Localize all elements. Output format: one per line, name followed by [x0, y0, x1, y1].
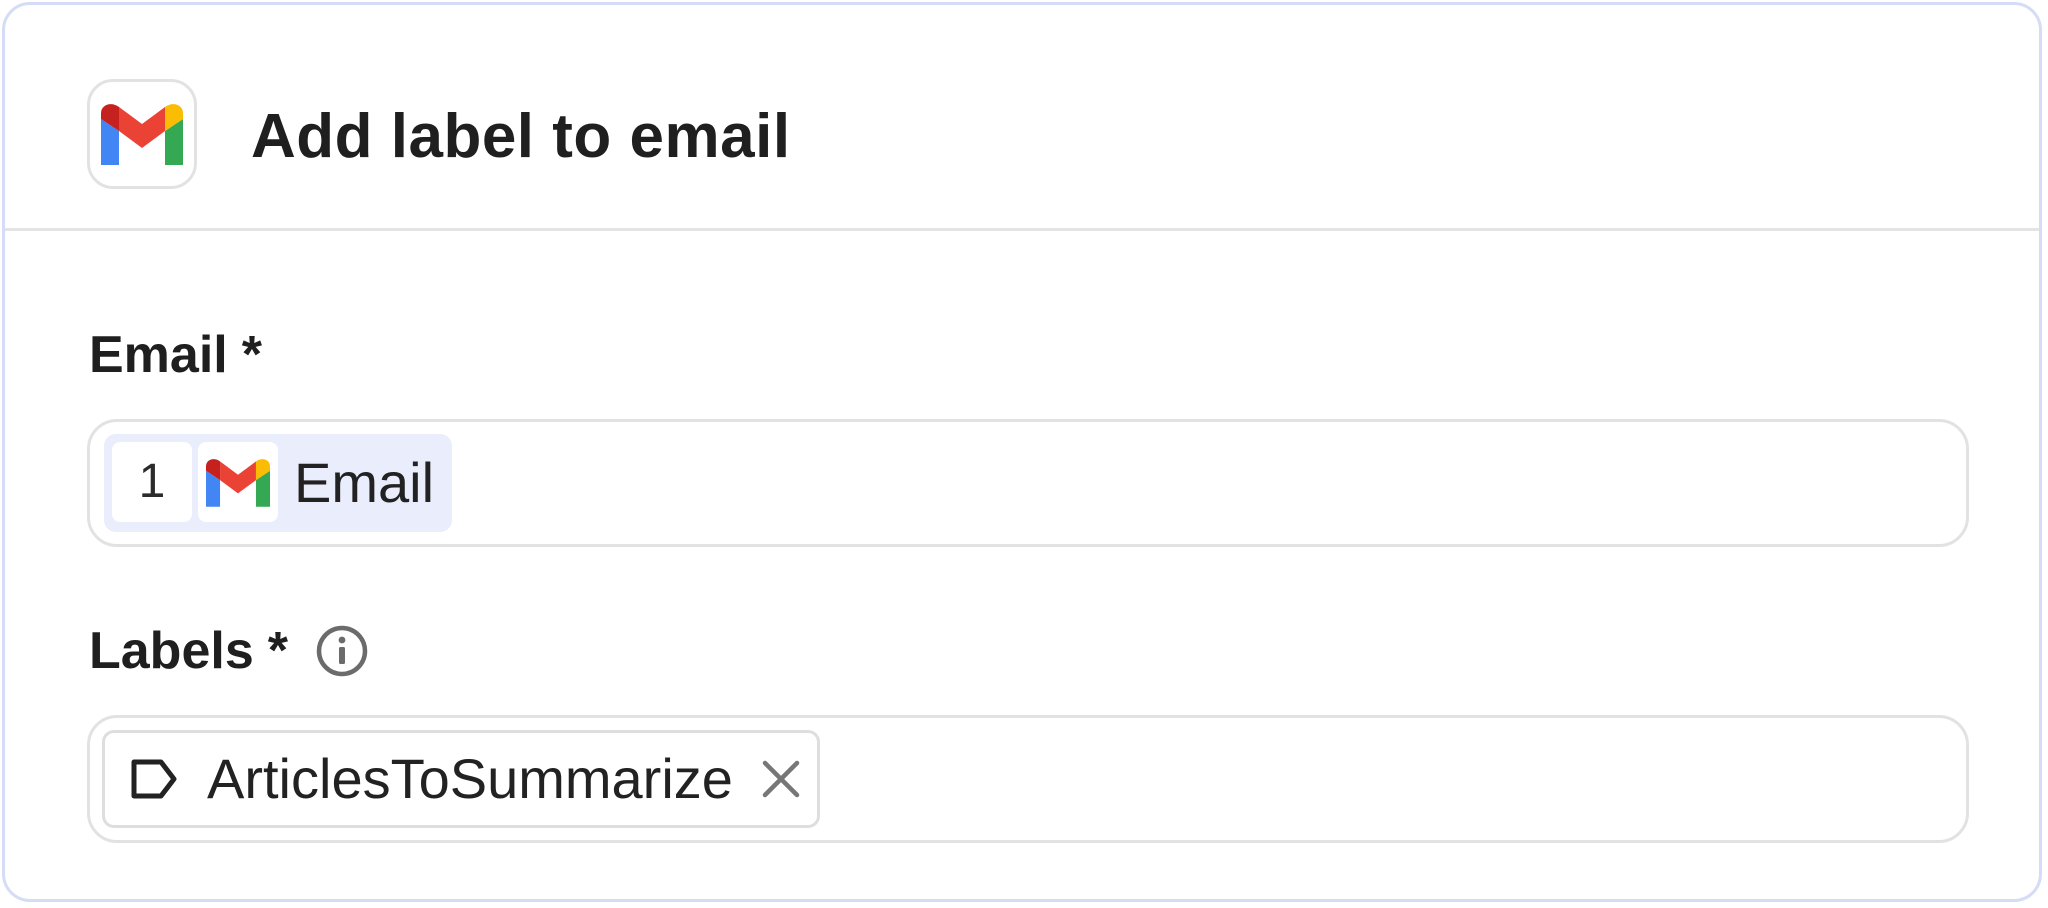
label-tag-icon — [131, 759, 177, 799]
required-marker: * — [267, 622, 288, 680]
app-icon-container — [87, 79, 197, 189]
email-field-label: Email * — [89, 323, 262, 387]
label-chip[interactable]: ArticlesToSummarize — [102, 730, 820, 828]
token-app-icon-container — [198, 442, 278, 522]
labels-field-label: Labels * — [89, 619, 368, 683]
card-header: Add label to email — [5, 5, 2039, 231]
email-input[interactable]: 1 Email — [87, 419, 1969, 547]
step-number-badge: 1 — [112, 442, 192, 522]
gmail-icon — [206, 458, 270, 507]
email-label-text: Email — [89, 326, 228, 384]
step-config-card: Add label to email Email * 1 Email Label… — [2, 2, 2042, 902]
close-icon[interactable] — [759, 757, 803, 801]
email-variable-token[interactable]: 1 Email — [104, 434, 452, 532]
token-text: Email — [294, 451, 435, 514]
gmail-icon — [101, 104, 183, 165]
label-chip-text: ArticlesToSummarize — [207, 747, 733, 810]
labels-label-text: Labels — [89, 622, 254, 680]
info-icon[interactable] — [316, 625, 368, 677]
labels-input[interactable]: ArticlesToSummarize — [87, 715, 1969, 843]
page-title: Add label to email — [251, 102, 791, 171]
required-marker: * — [241, 326, 262, 384]
